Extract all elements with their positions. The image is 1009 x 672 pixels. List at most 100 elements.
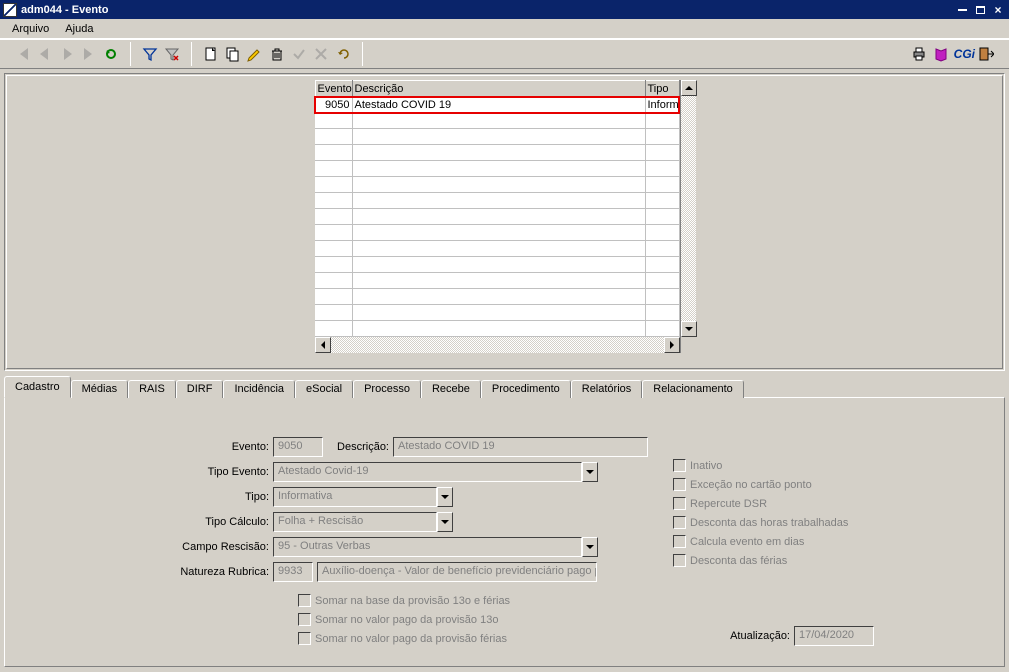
scroll-up-button[interactable]	[681, 80, 697, 96]
exit-button[interactable]	[975, 43, 997, 65]
input-natureza-code[interactable]: 9933	[273, 562, 313, 582]
close-button[interactable]: ×	[990, 3, 1006, 17]
chevron-down-icon[interactable]	[582, 537, 598, 557]
toolbar: CGi	[0, 39, 1009, 69]
undo-button[interactable]	[332, 43, 354, 65]
vertical-scrollbar[interactable]	[680, 80, 696, 353]
check-desconta-ferias[interactable]: Desconta das férias	[673, 551, 848, 570]
check-desconta-horas[interactable]: Desconta das horas trabalhadas	[673, 513, 848, 532]
chevron-down-icon[interactable]	[437, 512, 453, 532]
refresh-button[interactable]	[100, 43, 122, 65]
chevron-down-icon[interactable]	[582, 462, 598, 482]
menu-bar: Arquivo Ajuda	[0, 19, 1009, 39]
grid-row-empty[interactable]	[315, 193, 679, 209]
label-atualizacao: Atualização:	[730, 630, 794, 642]
edit-button[interactable]	[244, 43, 266, 65]
combo-campo-rescisao[interactable]: 95 - Outras Verbas	[273, 537, 598, 557]
grid-row-empty[interactable]	[315, 257, 679, 273]
label-descricao: Descrição:	[323, 441, 393, 453]
title-bar: adm044 - Evento ×	[0, 0, 1009, 19]
print-button[interactable]	[908, 43, 930, 65]
next-button[interactable]	[56, 43, 78, 65]
grid-row-empty[interactable]	[315, 161, 679, 177]
grid-cell-evento[interactable]: 9050	[315, 97, 352, 113]
tab-relacionamento[interactable]: Relacionamento	[642, 380, 744, 398]
grid-row-empty[interactable]	[315, 321, 679, 337]
tab-dirf[interactable]: DIRF	[176, 380, 224, 398]
form-panel: Evento: 9050 Descrição: Atestado COVID 1…	[4, 397, 1005, 667]
check-inativo[interactable]: Inativo	[673, 456, 848, 475]
save-button[interactable]	[288, 43, 310, 65]
evento-grid[interactable]: Evento Descrição Tipo 9050 Atestado COVI…	[315, 80, 680, 337]
tab-medias[interactable]: Médias	[71, 380, 128, 398]
grid-row-empty[interactable]	[315, 241, 679, 257]
copy-button[interactable]	[222, 43, 244, 65]
grid-row-empty[interactable]	[315, 113, 679, 129]
app-icon	[3, 3, 17, 17]
book-button[interactable]	[930, 43, 952, 65]
grid-row-empty[interactable]	[315, 225, 679, 241]
label-campo-rescisao: Campo Rescisão:	[173, 541, 273, 553]
filter-button[interactable]	[139, 43, 161, 65]
grid-row-selected[interactable]: 9050 Atestado COVID 19 Informa	[315, 97, 679, 113]
chevron-down-icon[interactable]	[437, 487, 453, 507]
combo-tipo[interactable]: Informativa	[273, 487, 453, 507]
input-descricao[interactable]: Atestado COVID 19	[393, 437, 648, 457]
check-calcula-dias[interactable]: Calcula evento em dias	[673, 532, 848, 551]
label-natureza-rubrica: Natureza Rubrica:	[173, 566, 273, 578]
label-tipo: Tipo:	[193, 491, 273, 503]
clear-filter-button[interactable]	[161, 43, 183, 65]
grid-row-empty[interactable]	[315, 273, 679, 289]
label-tipo-calculo: Tipo Cálculo:	[193, 516, 273, 528]
check-somar-valor-ferias[interactable]: Somar no valor pago da provisão férias	[298, 629, 996, 648]
tab-cadastro[interactable]: Cadastro	[4, 376, 71, 398]
delete-button[interactable]	[266, 43, 288, 65]
tab-processo[interactable]: Processo	[353, 380, 421, 398]
grid-row-empty[interactable]	[315, 209, 679, 225]
grid-row-empty[interactable]	[315, 305, 679, 321]
window-title: adm044 - Evento	[21, 4, 952, 16]
cgi-label: CGi	[954, 47, 975, 61]
label-tipo-evento: Tipo Evento:	[193, 466, 273, 478]
tab-strip: Cadastro Médias RAIS DIRF Incidência eSo…	[4, 376, 1005, 398]
check-excecao[interactable]: Exceção no cartão ponto	[673, 475, 848, 494]
scroll-down-button[interactable]	[681, 321, 697, 337]
tab-recebe[interactable]: Recebe	[421, 380, 481, 398]
first-button[interactable]	[12, 43, 34, 65]
grid-row-empty[interactable]	[315, 145, 679, 161]
grid-row-empty[interactable]	[315, 177, 679, 193]
grid-header-tipo[interactable]: Tipo	[645, 81, 679, 97]
tab-procedimento[interactable]: Procedimento	[481, 380, 571, 398]
new-button[interactable]	[200, 43, 222, 65]
tab-relatorios[interactable]: Relatórios	[571, 380, 643, 398]
tab-rais[interactable]: RAIS	[128, 380, 176, 398]
horizontal-scrollbar[interactable]	[315, 337, 680, 353]
cancel-button[interactable]	[310, 43, 332, 65]
scroll-left-button[interactable]	[315, 337, 331, 353]
tab-esocial[interactable]: eSocial	[295, 380, 353, 398]
grid-row-empty[interactable]	[315, 129, 679, 145]
maximize-button[interactable]	[972, 3, 988, 17]
input-natureza-desc[interactable]: Auxílio-doença - Valor de benefício prev…	[317, 562, 597, 582]
grid-row-empty[interactable]	[315, 289, 679, 305]
check-somar-base-13o[interactable]: Somar na base da provisão 13o e férias	[298, 591, 996, 610]
menu-arquivo[interactable]: Arquivo	[4, 21, 57, 37]
grid-header-evento[interactable]: Evento	[315, 81, 352, 97]
combo-tipo-evento[interactable]: Atestado Covid-19	[273, 462, 598, 482]
grid-cell-tipo[interactable]: Informa	[645, 97, 679, 113]
minimize-button[interactable]	[954, 3, 970, 17]
input-atualizacao[interactable]: 17/04/2020	[794, 626, 874, 646]
menu-ajuda[interactable]: Ajuda	[57, 21, 101, 37]
check-repercute-dsr[interactable]: Repercute DSR	[673, 494, 848, 513]
combo-tipo-calculo[interactable]: Folha + Rescisão	[273, 512, 453, 532]
grid-cell-descricao[interactable]: Atestado COVID 19	[352, 97, 645, 113]
grid-header-row: Evento Descrição Tipo	[315, 81, 679, 97]
input-evento[interactable]: 9050	[273, 437, 323, 457]
last-button[interactable]	[78, 43, 100, 65]
check-somar-valor-13o[interactable]: Somar no valor pago da provisão 13o	[298, 610, 996, 629]
prev-button[interactable]	[34, 43, 56, 65]
tab-incidencia[interactable]: Incidência	[223, 380, 295, 398]
scroll-right-button[interactable]	[664, 337, 680, 353]
grid-panel: Evento Descrição Tipo 9050 Atestado COVI…	[4, 73, 1005, 371]
grid-header-descricao[interactable]: Descrição	[352, 81, 645, 97]
